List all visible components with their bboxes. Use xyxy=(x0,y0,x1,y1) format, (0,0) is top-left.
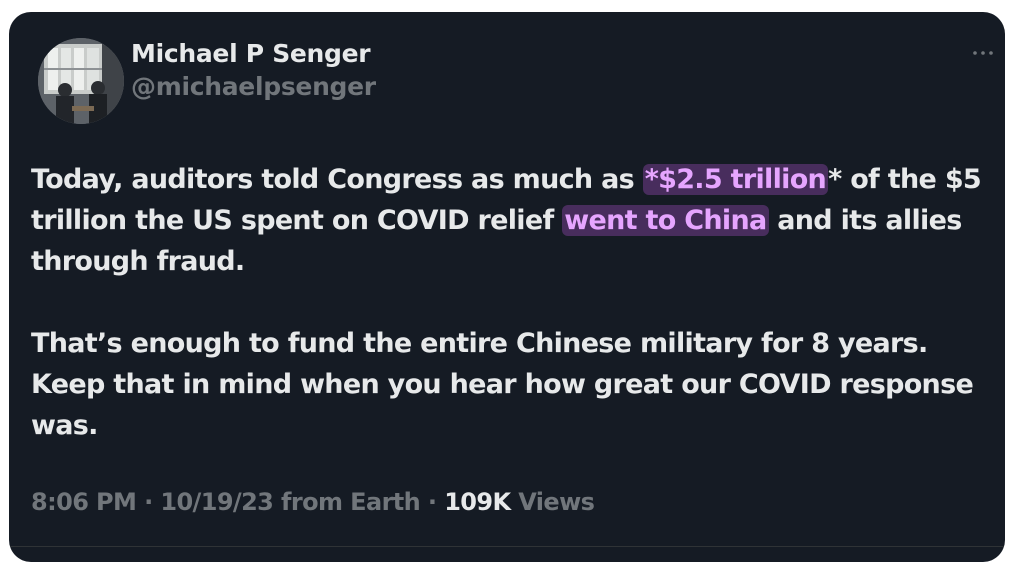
tweet-text: Today, auditors told Congress as much as… xyxy=(31,159,991,446)
views-label: Views xyxy=(510,488,595,516)
tweet-paragraph-1: Today, auditors told Congress as much as… xyxy=(31,159,991,282)
more-horizontal-icon xyxy=(973,51,993,55)
highlighted-text: *$2.5 trillion xyxy=(642,164,829,195)
more-options-button[interactable] xyxy=(971,45,995,59)
avatar-photo xyxy=(38,38,124,124)
tweet-time[interactable]: 8:06 PM xyxy=(31,488,137,516)
views-count[interactable]: 109K xyxy=(444,488,511,516)
tweet-metadata: 8:06 PM · 10/19/23 from Earth · 109K Vie… xyxy=(31,488,595,516)
tweet-text-run: Today, auditors told Congress as much as xyxy=(31,164,643,195)
divider xyxy=(9,546,1005,547)
tweet-date[interactable]: 10/19/23 xyxy=(160,488,274,516)
highlighted-text: went to China xyxy=(562,205,769,236)
tweet-card: Michael P Senger @michaelpsenger Today, … xyxy=(9,12,1005,562)
separator: · xyxy=(420,488,445,516)
avatar[interactable] xyxy=(38,38,124,124)
separator: · xyxy=(136,488,161,516)
tweet-source: from Earth xyxy=(273,488,421,516)
user-handle[interactable]: @michaelpsenger xyxy=(131,72,376,101)
display-name[interactable]: Michael P Senger xyxy=(131,39,371,68)
tweet-paragraph-2: That’s enough to fund the entire Chinese… xyxy=(31,328,974,441)
